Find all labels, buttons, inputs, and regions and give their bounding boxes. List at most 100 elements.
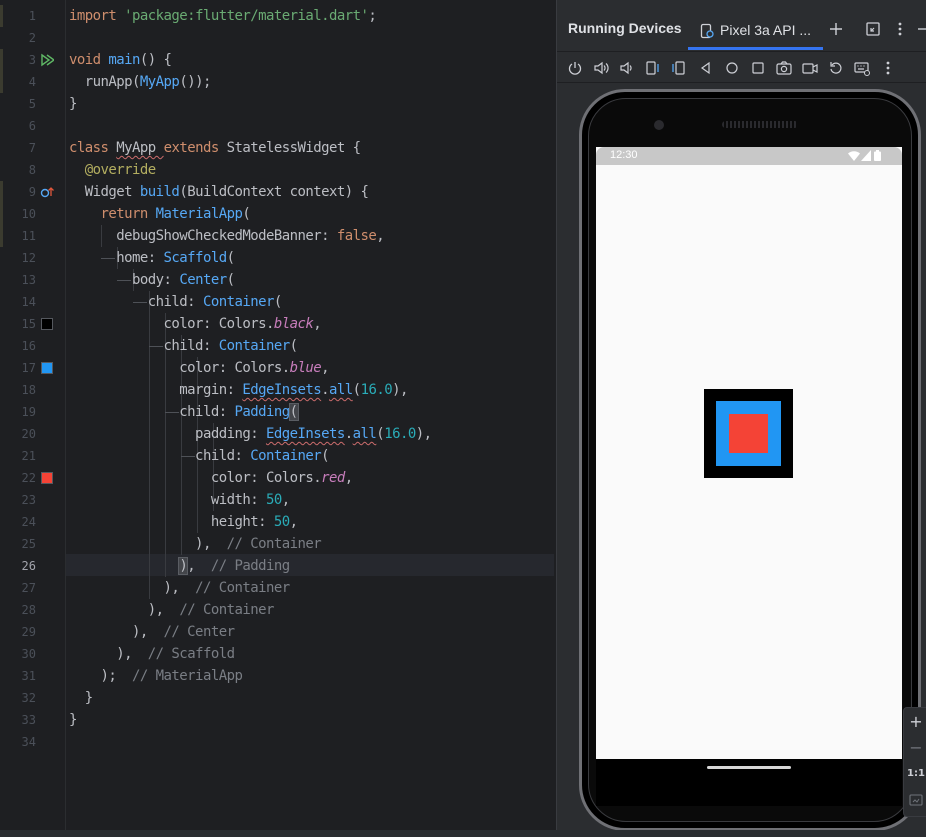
home-gesture-bar[interactable] — [707, 766, 791, 769]
code-area[interactable]: import 'package:flutter/material.dart'; v… — [69, 0, 554, 830]
code-line: ), // Scaffold — [69, 643, 235, 665]
code-editor[interactable]: 1 2 3 4 5 6 7 8 9 10 11 12 13 14 15 16 17 18 19 20 21 22 23 24 2… — [0, 0, 554, 837]
code-token: ( — [226, 272, 235, 288]
color-swatch-red[interactable] — [41, 472, 53, 484]
overview-icon[interactable] — [749, 59, 767, 77]
zoom-fit-icon[interactable] — [904, 788, 926, 812]
code-token: black — [273, 316, 314, 332]
code-token: ; — [368, 8, 377, 24]
zoom-actual-size-button[interactable]: 1:1 — [904, 762, 926, 786]
code-line: body: Center( — [69, 269, 235, 291]
code-token: ), — [178, 557, 211, 575]
wifi-icon — [848, 151, 860, 161]
line-number: 25 — [21, 537, 36, 551]
code-token: home: — [69, 250, 164, 266]
reset-icon[interactable] — [827, 59, 845, 77]
code-line: @override — [69, 159, 156, 181]
code-token: ( — [226, 250, 235, 266]
color-swatch-blue[interactable] — [41, 362, 53, 374]
home-icon[interactable] — [723, 59, 741, 77]
line-number: 27 — [21, 581, 36, 595]
code-token: } — [69, 690, 93, 706]
code-token: return — [100, 206, 156, 222]
power-icon[interactable] — [566, 59, 584, 77]
code-line: ); // MaterialApp — [69, 665, 243, 687]
line-number: 30 — [21, 647, 36, 661]
more-options-icon[interactable] — [891, 20, 909, 38]
code-token: // Scaffold — [147, 646, 235, 662]
line-number: 19 — [21, 405, 36, 419]
expand-icon[interactable] — [864, 20, 882, 38]
code-token: ( — [376, 426, 385, 442]
zoom-in-button[interactable]: + — [904, 710, 926, 734]
code-token: blue — [289, 360, 322, 376]
device-screen[interactable]: 12:30 — [596, 147, 902, 759]
code-token: margin: — [69, 382, 243, 398]
code-token: all — [329, 382, 353, 398]
code-token: } — [69, 96, 77, 112]
line-number: 16 — [21, 339, 36, 353]
code-token: Center — [179, 272, 227, 288]
code-token: child: — [69, 338, 219, 354]
code-token: import — [69, 8, 125, 24]
code-line: color: Colors.black, — [69, 313, 322, 335]
color-swatch-black[interactable] — [41, 318, 53, 330]
code-token: 16.0 — [384, 426, 416, 442]
zoom-out-button[interactable]: − — [904, 736, 926, 760]
line-number-gutter[interactable]: 1 2 3 4 5 6 7 8 9 10 11 12 13 14 15 16 17 18 19 20 21 22 23 24 2… — [0, 0, 66, 830]
code-token: all — [352, 426, 377, 442]
code-token: padding: — [69, 426, 266, 442]
volume-down-icon[interactable] — [617, 59, 635, 77]
code-line: runApp(MyApp()); — [69, 71, 212, 93]
override-method-icon[interactable] — [40, 185, 54, 199]
code-token: child: — [69, 404, 235, 420]
code-token: ( — [352, 382, 361, 398]
code-token: red — [321, 470, 345, 486]
more-icon[interactable] — [879, 59, 897, 77]
code-token: . — [321, 382, 330, 398]
panel-title: Running Devices — [568, 20, 682, 36]
back-icon[interactable] — [697, 59, 715, 77]
add-tab-icon[interactable] — [827, 20, 845, 38]
code-token: // Container — [179, 602, 274, 618]
code-token: extends — [163, 140, 227, 156]
code-token: , — [281, 492, 290, 508]
rotate-right-icon[interactable] — [669, 59, 687, 77]
device-tab-icon — [700, 23, 714, 39]
line-number: 20 — [21, 427, 36, 441]
bottom-status-strip — [0, 830, 926, 837]
code-token: color: Colors. — [69, 470, 322, 486]
line-number: 8 — [28, 163, 36, 177]
code-token: 16.0 — [360, 382, 393, 398]
code-line: ), // Center — [69, 621, 235, 643]
line-number: 13 — [21, 273, 36, 287]
code-token: child: — [69, 294, 203, 310]
volume-up-icon[interactable] — [592, 59, 610, 77]
earpiece-speaker — [722, 121, 798, 128]
code-line: margin: EdgeInsets.all(16.0), — [69, 379, 408, 401]
screen-record-icon[interactable] — [801, 59, 819, 77]
emulator-toolbar — [557, 53, 926, 83]
code-token: , — [344, 470, 353, 486]
code-token: main — [108, 52, 140, 68]
screenshot-icon[interactable] — [775, 59, 793, 77]
minimize-icon[interactable] — [915, 20, 926, 38]
status-clock: 12:30 — [610, 149, 638, 161]
code-token: ), — [69, 602, 180, 618]
code-line: child: Container( — [69, 445, 330, 467]
tab-device[interactable]: Pixel 3a API ... — [688, 14, 823, 50]
line-number: 14 — [21, 295, 36, 309]
code-token: } — [69, 712, 77, 728]
rotate-left-icon[interactable] — [644, 59, 662, 77]
code-line: debugShowCheckedModeBanner: false, — [69, 225, 384, 247]
running-devices-panel: Running Devices Pixel 3a API ... 12:30 +… — [556, 0, 926, 837]
code-token: color: Colors. — [69, 360, 290, 376]
run-icon[interactable] — [40, 53, 54, 67]
code-token: Container — [250, 448, 322, 464]
line-number: 29 — [21, 625, 36, 639]
keyboard-icon[interactable] — [853, 59, 871, 77]
code-token: // Center — [163, 624, 235, 640]
code-token: ( — [321, 448, 330, 464]
